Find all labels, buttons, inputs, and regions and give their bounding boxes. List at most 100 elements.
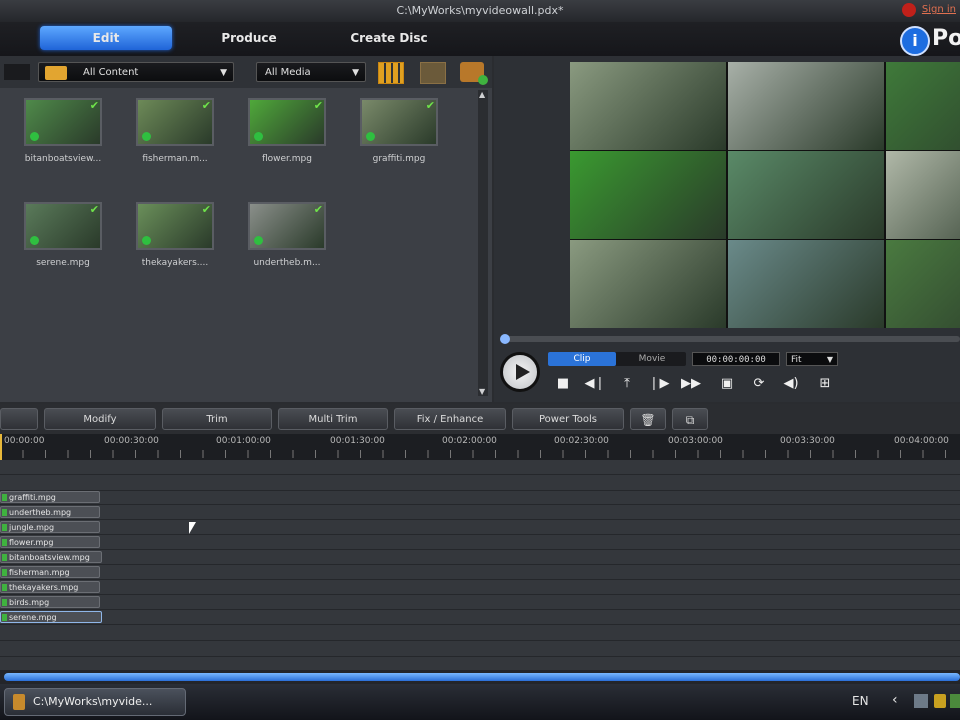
folder-icon — [45, 66, 67, 80]
fullscreen-icon[interactable]: ▣ — [716, 374, 738, 394]
timeline-clip[interactable]: fisherman.mpg — [0, 566, 100, 578]
timeline-clip[interactable]: undertheb.mpg — [0, 506, 100, 518]
store-icon[interactable] — [420, 62, 446, 84]
timeline-clip[interactable]: bitanboatsview.mpg — [0, 551, 102, 563]
timeline-clip-selected[interactable]: serene.mpg — [0, 611, 102, 623]
chevron-down-icon: ▼ — [826, 355, 833, 364]
mode-movie[interactable]: Movie — [618, 352, 686, 366]
timeline-ruler[interactable]: 00:00:00 00:00:30:00 00:01:00:00 00:01:3… — [0, 434, 960, 460]
media-item[interactable]: ✔ thekayakers.... — [136, 202, 214, 268]
timeline-clip[interactable]: birds.mpg — [0, 596, 100, 608]
media-item[interactable]: ✔ undertheb.m... — [248, 202, 326, 268]
track-divider — [0, 519, 960, 520]
content-filter-dropdown[interactable]: All Content ▼ — [38, 62, 234, 82]
media-filter-value: All Media — [265, 67, 311, 78]
language-indicator[interactable]: EN — [852, 694, 869, 708]
timeline-scrollbar[interactable] — [0, 670, 960, 684]
next-frame-icon[interactable]: ❘▶ — [648, 374, 670, 394]
check-icon: ✔ — [313, 99, 323, 112]
clip-icon — [2, 554, 7, 561]
video-badge-icon — [366, 132, 375, 141]
more-controls-icon[interactable]: ⊞ — [814, 374, 836, 394]
video-badge-icon — [254, 236, 263, 245]
repeat-icon[interactable]: ⟳ — [748, 374, 770, 394]
clip-movie-toggle[interactable]: Clip Movie — [548, 352, 686, 366]
seek-bar[interactable] — [500, 334, 960, 344]
timeline-clip[interactable]: thekayakers.mpg — [0, 581, 100, 593]
chevron-down-icon: ▼ — [352, 68, 359, 78]
snapshot-icon[interactable]: ⤒ — [616, 374, 638, 394]
tray-expand-icon[interactable]: ‹ — [892, 692, 898, 708]
delete-icon[interactable]: 🗑 — [630, 408, 666, 430]
toolbar-left-button[interactable] — [0, 408, 38, 430]
clip-icon — [2, 539, 7, 546]
chevron-down-icon: ▼ — [220, 68, 227, 78]
check-icon: ✔ — [425, 99, 435, 112]
stop-icon[interactable]: ■ — [552, 374, 574, 394]
ruler-label: 00:02:30:00 — [554, 436, 609, 446]
tab-create-disc[interactable]: Create Disc — [330, 26, 448, 50]
video-tile — [728, 151, 884, 239]
multi-trim-button[interactable]: Multi Trim — [278, 408, 388, 430]
view-grid-icon[interactable] — [378, 62, 404, 84]
tray-app-icon[interactable] — [950, 694, 960, 708]
clip-icon — [2, 569, 7, 576]
record-icon[interactable] — [902, 3, 916, 17]
track-divider — [0, 564, 960, 565]
media-library: All Content ▼ All Media ▼ ✔ bitanboatsvi… — [0, 56, 492, 402]
info-icon[interactable]: i — [900, 26, 930, 56]
taskbar-window-item[interactable]: C:\MyWorks\myvide... — [4, 688, 186, 716]
power-tools-button[interactable]: Power Tools — [512, 408, 624, 430]
media-item[interactable]: ✔ bitanboatsview... — [24, 98, 102, 164]
video-badge-icon — [30, 236, 39, 245]
media-item[interactable]: ✔ graffiti.mpg — [360, 98, 438, 164]
media-item[interactable]: ✔ serene.mpg — [24, 202, 102, 268]
track-divider — [0, 549, 960, 550]
media-thumbnail: ✔ — [248, 98, 326, 146]
playhead[interactable] — [0, 434, 2, 460]
trim-button[interactable]: Trim — [162, 408, 272, 430]
modify-button[interactable]: Modify — [44, 408, 156, 430]
library-left-arrow[interactable] — [4, 64, 30, 80]
tab-produce[interactable]: Produce — [190, 26, 308, 50]
play-button[interactable] — [500, 352, 540, 392]
timecode-field[interactable]: 00:00:00:00 — [692, 352, 780, 366]
clip-icon — [2, 584, 7, 591]
mode-clip[interactable]: Clip — [548, 352, 616, 366]
sign-in-link[interactable]: Sign in — [922, 4, 956, 15]
video-preview[interactable] — [570, 62, 960, 328]
scrollbar-thumb[interactable] — [4, 673, 960, 681]
timeline-tracks[interactable]: graffiti.mpg undertheb.mpg jungle.mpg fl… — [0, 460, 960, 670]
seek-knob[interactable] — [500, 334, 510, 344]
fix-enhance-button[interactable]: Fix / Enhance — [394, 408, 506, 430]
copy-icon[interactable]: ⧉ — [672, 408, 708, 430]
media-item[interactable]: ✔ flower.mpg — [248, 98, 326, 164]
tab-bar: Edit Produce Create Disc i Po — [0, 22, 960, 56]
media-item-name: bitanboatsview... — [24, 154, 102, 164]
volume-icon[interactable]: ◀) — [780, 374, 802, 394]
timeline-clip[interactable]: jungle.mpg — [0, 521, 100, 533]
mouse-cursor-icon — [189, 522, 196, 534]
clip-icon — [2, 599, 7, 606]
video-badge-icon — [254, 132, 263, 141]
tab-edit[interactable]: Edit — [40, 26, 172, 50]
zoom-dropdown[interactable]: Fit ▼ — [786, 352, 838, 366]
library-scrollbar[interactable]: ▲ ▼ — [478, 90, 488, 396]
clip-label: birds.mpg — [9, 598, 50, 607]
import-icon[interactable] — [460, 62, 488, 85]
media-filter-dropdown[interactable]: All Media ▼ — [256, 62, 366, 82]
clip-label: flower.mpg — [9, 538, 54, 547]
previous-frame-icon[interactable]: ◀❘ — [584, 374, 606, 394]
fast-forward-icon[interactable]: ▶▶ — [680, 374, 702, 394]
scroll-down-icon[interactable]: ▼ — [479, 387, 485, 396]
timeline-clip[interactable]: flower.mpg — [0, 536, 100, 548]
track-divider — [0, 579, 960, 580]
media-item[interactable]: ✔ fisherman.m... — [136, 98, 214, 164]
clip-icon — [2, 509, 7, 516]
security-icon[interactable] — [934, 694, 946, 708]
network-icon[interactable] — [914, 694, 928, 708]
track-divider — [0, 534, 960, 535]
scroll-up-icon[interactable]: ▲ — [479, 90, 485, 99]
timeline-clip[interactable]: graffiti.mpg — [0, 491, 100, 503]
preview-panel: Clip Movie 00:00:00:00 Fit ▼ ■ ◀❘ ⤒ ❘▶ ▶… — [494, 56, 960, 402]
